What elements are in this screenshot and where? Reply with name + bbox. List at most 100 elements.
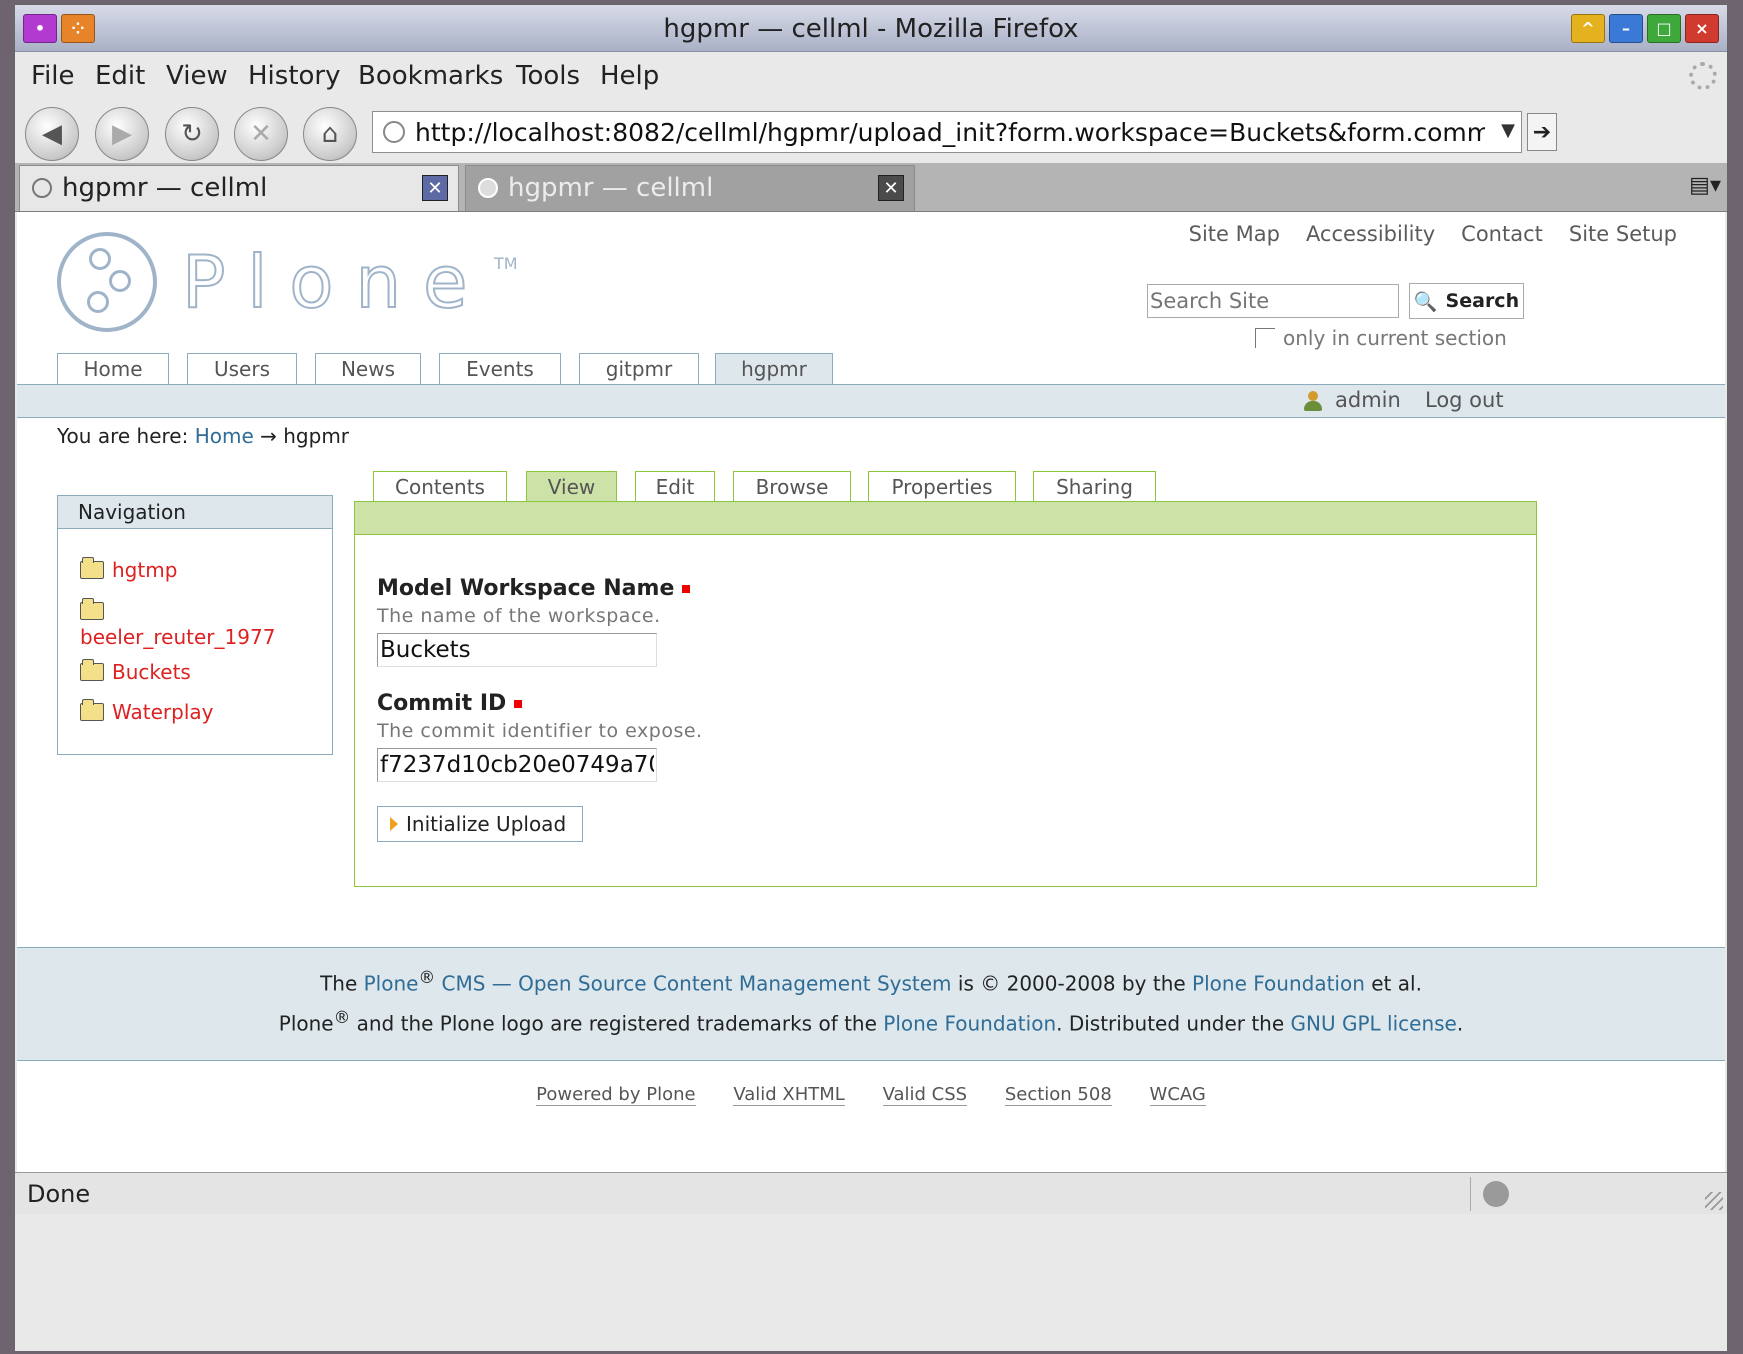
workspace-name-input[interactable] — [377, 633, 657, 667]
logo-dot — [109, 270, 131, 292]
tab-properties[interactable]: Properties — [868, 471, 1016, 502]
portal-tab-hgpmr[interactable]: hgpmr — [715, 353, 833, 387]
menu-tools[interactable]: Tools — [516, 61, 580, 91]
portal-tab-gitpmr[interactable]: gitpmr — [579, 353, 699, 385]
site-map-link[interactable]: Site Map — [1189, 222, 1280, 246]
valid-xhtml-link[interactable]: Valid XHTML — [733, 1084, 845, 1106]
tab-contents[interactable]: Contents — [373, 471, 507, 502]
logo-dot — [89, 248, 111, 270]
url-text[interactable]: http://localhost:8082/cellml/hgpmr/uploa… — [415, 118, 1485, 147]
portal-tab-home[interactable]: Home — [57, 353, 169, 385]
nav-item-buckets[interactable]: Buckets — [80, 659, 191, 684]
tab-browse[interactable]: Browse — [733, 471, 851, 502]
tab-list-icon[interactable]: ▤▾ — [1689, 173, 1721, 198]
shade-icon[interactable]: ^ — [1571, 14, 1605, 43]
footer-line-2: Plone® and the Plone logo are registered… — [17, 1008, 1725, 1036]
tab-view[interactable]: View — [526, 471, 617, 503]
folder-icon — [80, 699, 104, 721]
footer-text: et al. — [1371, 971, 1422, 996]
accessibility-link[interactable]: Accessibility — [1306, 222, 1435, 246]
footer-line-1: The Plone® CMS — Open Source Content Man… — [17, 968, 1725, 996]
footer-text: The — [320, 971, 358, 996]
tab-close-icon[interactable]: ✕ — [878, 175, 904, 201]
home-icon[interactable]: ⌂ — [303, 107, 357, 161]
plone-link[interactable]: Plone — [364, 972, 419, 996]
go-icon[interactable]: ➔ — [1527, 113, 1557, 151]
arrow-right-icon — [390, 817, 398, 831]
commit-field-label: Commit ID — [377, 691, 523, 716]
forward-icon[interactable]: ▶ — [95, 107, 149, 161]
search-input[interactable] — [1147, 284, 1399, 318]
nav-item-hgtmp[interactable]: hgtmp — [80, 557, 177, 582]
url-bar[interactable]: http://localhost:8082/cellml/hgpmr/uploa… — [372, 111, 1522, 153]
breadcrumb-home[interactable]: Home — [195, 424, 254, 448]
stop-icon[interactable]: ✕ — [234, 107, 288, 161]
breadcrumb-arrow: → — [260, 424, 277, 448]
search-button[interactable]: 🔍 Search — [1409, 283, 1524, 319]
personal-bar: admin Log out — [17, 384, 1725, 418]
tab-label: hgpmr — cellml — [62, 173, 268, 203]
commit-id-input[interactable] — [377, 748, 657, 782]
breadcrumb: You are here: Home → hgpmr — [57, 424, 349, 448]
menu-view[interactable]: View — [166, 61, 228, 91]
tab-edit[interactable]: Edit — [635, 471, 715, 502]
url-dropdown-icon[interactable]: ▼ — [1501, 120, 1515, 141]
menu-edit[interactable]: Edit — [95, 61, 145, 91]
tab-hgpmr-inactive[interactable]: hgpmr — cellml ✕ — [465, 165, 915, 211]
back-icon[interactable]: ◀ — [25, 107, 79, 161]
tab-sharing[interactable]: Sharing — [1033, 471, 1156, 502]
nav-item-waterplay[interactable]: Waterplay — [80, 699, 213, 724]
menu-help[interactable]: Help — [600, 61, 659, 91]
powered-by-plone-link[interactable]: Powered by Plone — [536, 1084, 696, 1106]
menu-bar: File Edit View History Bookmarks Tools H… — [15, 52, 1727, 100]
maximize-icon[interactable]: □ — [1647, 14, 1681, 43]
section-508-link[interactable]: Section 508 — [1004, 1084, 1112, 1106]
throbber-icon — [1689, 62, 1717, 90]
footer-text: 2000-2008 by the — [1006, 971, 1186, 996]
valid-css-link[interactable]: Valid CSS — [882, 1084, 968, 1106]
close-window-icon[interactable]: × — [1685, 14, 1719, 43]
tab-favicon-icon — [478, 178, 498, 198]
breadcrumb-current: hgpmr — [283, 424, 350, 448]
user-head — [1308, 391, 1318, 401]
initialize-upload-button[interactable]: Initialize Upload — [377, 806, 583, 842]
logout-link[interactable]: Log out — [1425, 388, 1504, 412]
tab-favicon-icon — [32, 178, 52, 198]
menu-bookmarks[interactable]: Bookmarks — [358, 61, 503, 91]
tab-hgpmr-active[interactable]: hgpmr — cellml ✕ — [19, 165, 459, 211]
tab-label: hgpmr — cellml — [508, 173, 714, 203]
folder-icon — [80, 659, 104, 681]
resize-grip-icon[interactable] — [1705, 1192, 1723, 1210]
navigation-title: Navigation — [58, 496, 332, 529]
contact-link[interactable]: Contact — [1461, 222, 1543, 246]
portal-tab-events[interactable]: Events — [439, 353, 561, 385]
security-status-icon — [1483, 1181, 1509, 1207]
site-identity-icon[interactable] — [383, 121, 405, 143]
plone-foundation-link[interactable]: Plone Foundation — [883, 1012, 1056, 1036]
wcag-link[interactable]: WCAG — [1149, 1084, 1206, 1106]
reload-icon[interactable]: ↻ — [165, 107, 219, 161]
window-title: hgpmr — cellml - Mozilla Firefox — [663, 14, 1079, 44]
site-setup-link[interactable]: Site Setup — [1569, 222, 1677, 246]
tab-close-icon[interactable]: ✕ — [422, 175, 448, 201]
status-bar: Done — [15, 1172, 1727, 1214]
menu-file[interactable]: File — [31, 61, 75, 91]
gpl-license-link[interactable]: GNU GPL license — [1291, 1012, 1457, 1036]
only-current-section[interactable]: only in current section — [1255, 326, 1507, 350]
tab-bar: hgpmr — cellml ✕ hgpmr — cellml ✕ ▤▾ — [15, 163, 1727, 212]
user-link[interactable]: admin — [1335, 388, 1401, 412]
menu-history[interactable]: History — [248, 61, 341, 91]
browser-window: • ⁘ hgpmr — cellml - Mozilla Firefox ^ –… — [14, 4, 1728, 1351]
portal-tab-news[interactable]: News — [315, 353, 421, 385]
minimize-icon[interactable]: – — [1609, 14, 1643, 43]
navigation-portlet: Navigation hgtmp beeler_reuter_1977 Buck… — [57, 495, 333, 755]
nav-item-beeler-reuter-1977[interactable] — [80, 598, 104, 620]
breadcrumb-prefix: You are here: — [57, 424, 189, 448]
user-body — [1304, 401, 1322, 411]
only-current-checkbox[interactable] — [1255, 328, 1275, 348]
plone-foundation-link[interactable]: Plone Foundation — [1192, 972, 1365, 996]
commit-field-help: The commit identifier to expose. — [377, 720, 703, 742]
nav-item-beeler-reuter-label[interactable]: beeler_reuter_1977 — [80, 625, 275, 649]
cms-link[interactable]: CMS — Open Source Content Management Sys… — [441, 972, 951, 996]
portal-tab-users[interactable]: Users — [187, 353, 297, 385]
